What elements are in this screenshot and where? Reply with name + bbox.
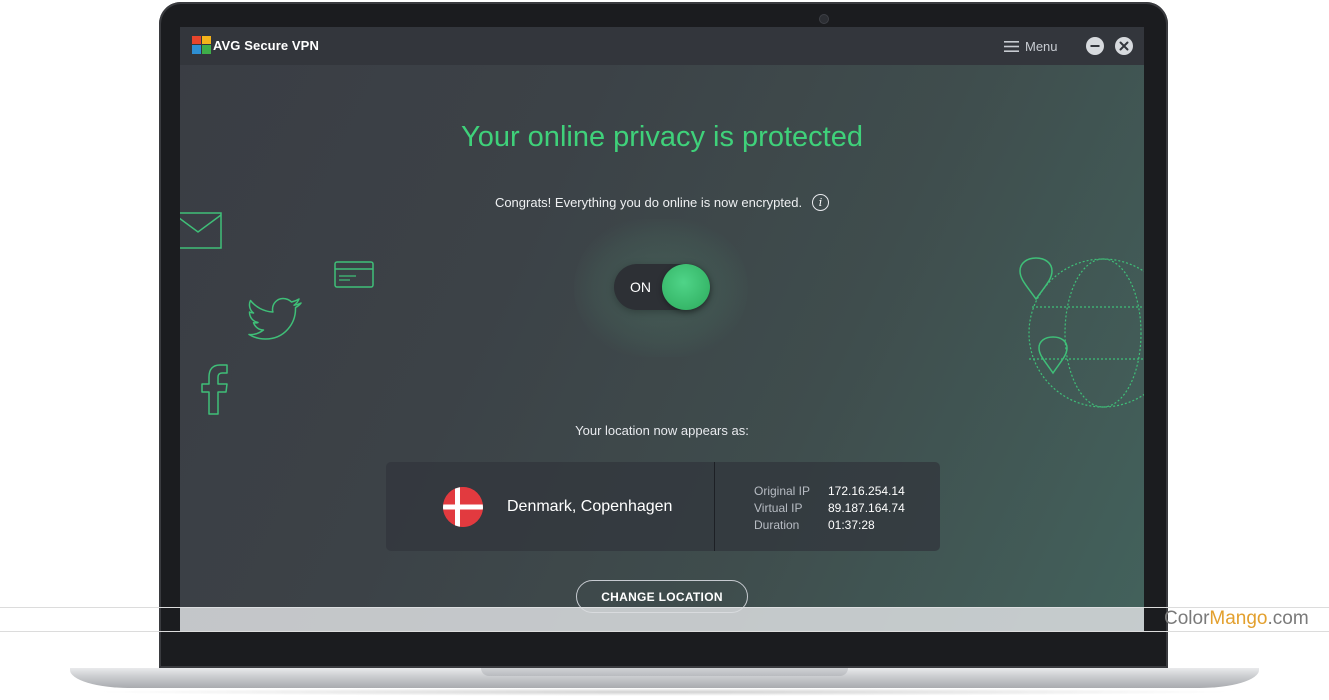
close-icon: [1119, 41, 1129, 51]
toggle-knob: [662, 264, 710, 310]
detail-key: Duration: [754, 518, 800, 532]
title-bar: AVG Secure VPN Menu: [180, 27, 1144, 65]
info-icon[interactable]: i: [812, 194, 830, 211]
denmark-flag-icon: [443, 487, 483, 527]
detail-value: 172.16.254.14: [828, 484, 905, 498]
detail-row-original-ip: Original IP 172.16.254.14: [754, 483, 905, 500]
minimize-icon: [1090, 45, 1100, 47]
twitter-icon: [248, 297, 302, 340]
watermark-band: [180, 607, 1144, 631]
status-headline: Your online privacy is protected: [461, 121, 863, 153]
avg-logo-icon: [192, 36, 211, 54]
app-title-text: Secure VPN: [244, 38, 319, 53]
status-subline-text: Congrats! Everything you do online is no…: [494, 195, 803, 210]
laptop-shadow: [90, 688, 1239, 696]
connection-details: Original IP 172.16.254.14 Virtual IP 89.…: [754, 483, 905, 534]
watermark-part: Color: [1164, 608, 1210, 629]
watermark-band-line: [0, 631, 1329, 632]
mail-icon: [180, 212, 222, 249]
close-button[interactable]: [1115, 37, 1133, 55]
location-card: Denmark, Copenhagen Original IP 172.16.2…: [386, 462, 940, 551]
detail-key: Original IP: [754, 484, 811, 498]
detail-row-virtual-ip: Virtual IP 89.187.164.74: [754, 500, 905, 517]
webcam: [819, 14, 829, 24]
app-window: AVG Secure VPN Menu Your online privacy …: [180, 27, 1144, 631]
globe-pins-icon: [1019, 257, 1144, 408]
menu-button[interactable]: Menu: [1004, 37, 1058, 55]
app-logo-text: AVG: [213, 38, 241, 53]
app-title: AVG Secure VPN: [213, 38, 319, 53]
detail-value: 01:37:28: [828, 518, 875, 532]
credit-card-icon: [334, 261, 374, 288]
watermark-part: Mango: [1209, 608, 1268, 629]
detail-value: 89.187.164.74: [828, 501, 905, 515]
card-divider: [714, 462, 715, 551]
menu-label: Menu: [1025, 38, 1058, 54]
watermark-part: .com: [1267, 608, 1309, 629]
vpn-toggle[interactable]: ON: [614, 264, 710, 310]
minimize-button[interactable]: [1086, 37, 1104, 55]
detail-key: Virtual IP: [754, 501, 803, 515]
facebook-icon: [201, 364, 228, 415]
status-subline: Congrats! Everything you do online is no…: [180, 194, 1144, 211]
toggle-label: ON: [630, 279, 651, 295]
watermark: ColorMango.com: [1164, 608, 1309, 630]
hamburger-icon: [1004, 40, 1019, 52]
laptop-base-notch: [481, 668, 848, 676]
detail-row-duration: Duration 01:37:28: [754, 517, 905, 534]
main-content: Your online privacy is protected Congrat…: [180, 65, 1144, 631]
location-country: Denmark, Copenhagen: [507, 498, 673, 515]
location-caption: Your location now appears as:: [575, 423, 749, 438]
